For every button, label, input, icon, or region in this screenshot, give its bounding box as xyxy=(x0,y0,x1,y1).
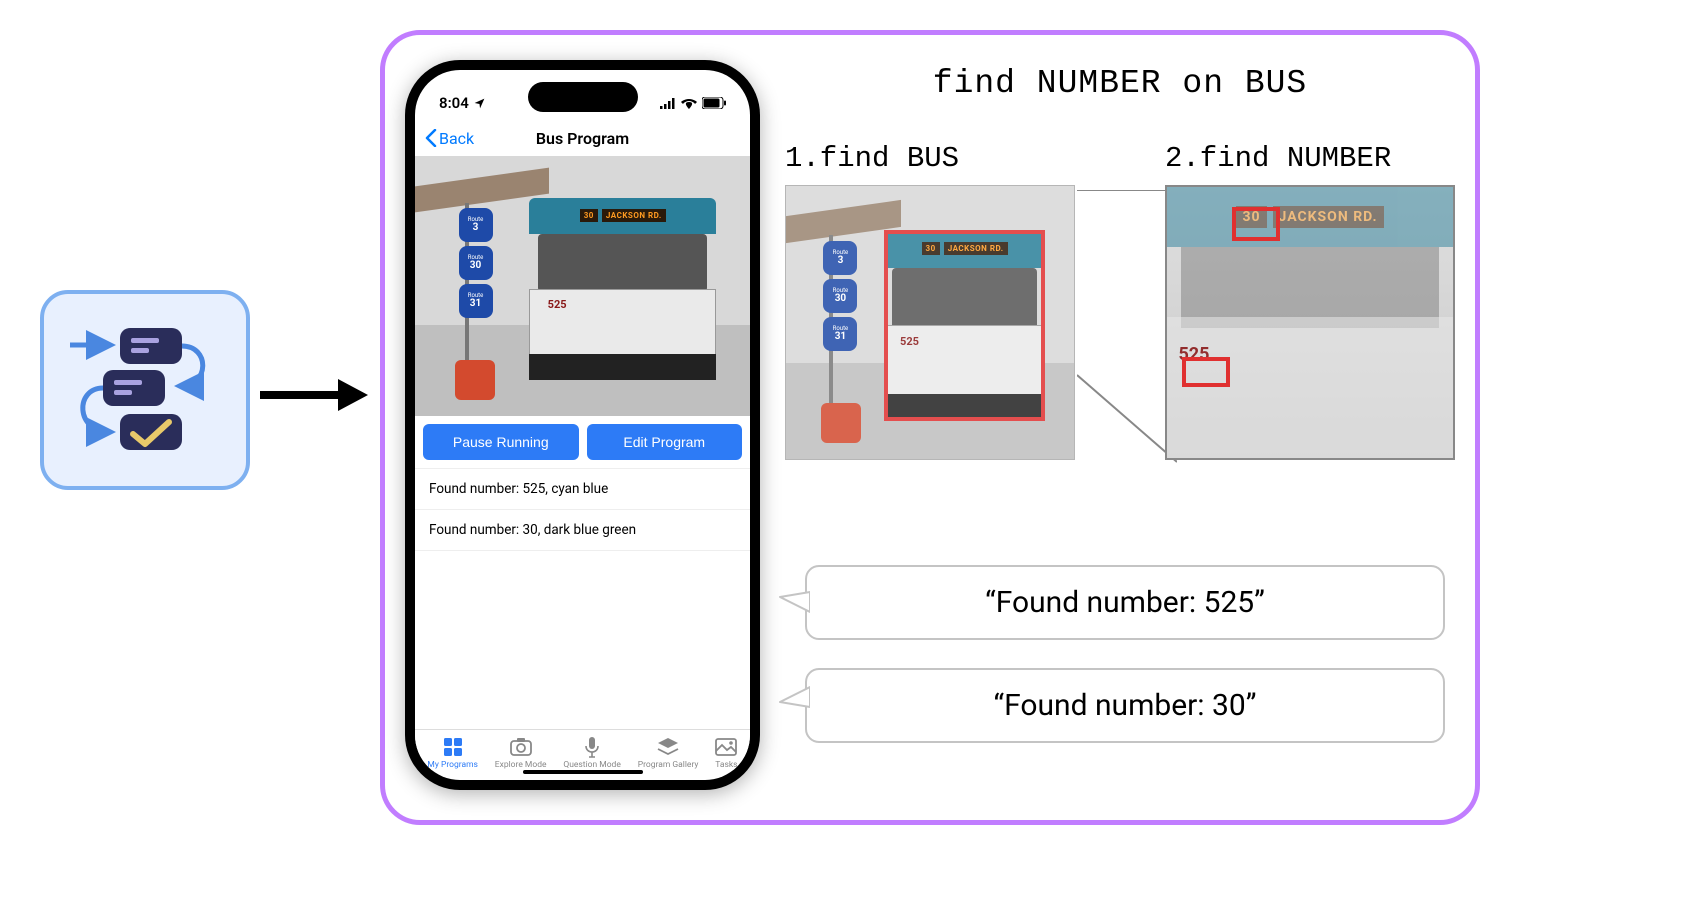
location-icon xyxy=(473,97,486,110)
step-1: 1.find BUS Route3 Route30 Route31 30JACK… xyxy=(785,142,1075,460)
bus-body-number: 525 xyxy=(548,298,567,311)
back-label: Back xyxy=(439,129,474,148)
phone-mockup: 8:04 Back Bus Program xyxy=(405,60,760,790)
tab-label: Question Mode xyxy=(563,760,621,770)
bubble-tail-icon xyxy=(775,682,810,712)
rule-text: find NUMBER on BUS xyxy=(785,65,1455,102)
bubble-text: “Found number: 525” xyxy=(985,585,1265,620)
program-block-icon xyxy=(40,290,250,490)
tab-label: Tasks xyxy=(715,760,737,770)
bus-led-dest: JACKSON RD. xyxy=(602,209,666,222)
camera-preview: Route3 Route30 Route31 30 JACKSON RD. 525 xyxy=(415,156,750,416)
grid-icon xyxy=(442,736,464,758)
bus-illustration: 30 JACKSON RD. 525 xyxy=(529,198,717,380)
result-row: Found number: 525, cyan blue xyxy=(415,469,750,510)
step-1-label: 1.find BUS xyxy=(785,142,1075,175)
dynamic-island xyxy=(528,82,638,112)
bubble-tail-icon xyxy=(775,587,810,617)
route-sign: Route3 xyxy=(459,208,493,242)
zoom-lines xyxy=(1077,190,1177,470)
tab-explore-mode[interactable]: Explore Mode xyxy=(495,736,547,770)
edit-button[interactable]: Edit Program xyxy=(587,424,743,460)
chevron-left-icon xyxy=(425,129,437,147)
speech-area: “Found number: 525” “Found number: 30” xyxy=(805,565,1445,771)
layers-icon xyxy=(657,736,679,758)
signal-icon xyxy=(660,98,676,109)
detection-box-number-525 xyxy=(1182,357,1230,387)
detection-box-number-30 xyxy=(1232,207,1280,241)
home-indicator xyxy=(523,770,643,774)
nav-bar: Back Bus Program xyxy=(415,120,750,156)
tab-bar: My Programs Explore Mode Question Mode P… xyxy=(415,729,750,770)
battery-icon xyxy=(702,97,726,109)
tab-label: Explore Mode xyxy=(495,760,547,770)
tab-label: My Programs xyxy=(427,760,478,770)
speech-bubble: “Found number: 30” xyxy=(805,668,1445,743)
image-icon xyxy=(715,736,737,758)
route-sign: Route30 xyxy=(459,246,493,280)
action-row: Pause Running Edit Program xyxy=(415,416,750,468)
camera-icon xyxy=(510,736,532,758)
route-sign: Route31 xyxy=(459,284,493,318)
back-button[interactable]: Back xyxy=(425,129,474,148)
tab-label: Program Gallery xyxy=(638,760,699,770)
arrow-icon xyxy=(260,375,370,415)
speech-bubble: “Found number: 525” xyxy=(805,565,1445,640)
tab-question-mode[interactable]: Question Mode xyxy=(563,736,621,770)
tab-program-gallery[interactable]: Program Gallery xyxy=(638,736,699,770)
step-2-label: 2.find NUMBER xyxy=(1165,142,1455,175)
mic-icon xyxy=(581,736,603,758)
step-1-image: Route3 Route30 Route31 30JACKSON RD. 525 xyxy=(785,185,1075,460)
bus-led-number: 30 xyxy=(580,209,598,222)
result-list: Found number: 525, cyan blue Found numbe… xyxy=(415,468,750,551)
pipeline-area: find NUMBER on BUS 1.find BUS Route3 Rou… xyxy=(785,65,1455,460)
wifi-icon xyxy=(681,97,697,109)
step-2-image: 30JACKSON RD. 525 xyxy=(1165,185,1455,460)
tab-my-programs[interactable]: My Programs xyxy=(427,736,478,770)
bubble-text: “Found number: 30” xyxy=(994,688,1257,723)
detection-box-bus xyxy=(884,230,1045,421)
main-panel: 8:04 Back Bus Program xyxy=(380,30,1480,825)
step-2: 2.find NUMBER 30JACKSON RD. 525 xyxy=(1165,142,1455,460)
status-time: 8:04 xyxy=(439,94,469,112)
tab-tasks[interactable]: Tasks xyxy=(715,736,737,770)
nav-title: Bus Program xyxy=(536,129,629,148)
result-row: Found number: 30, dark blue green xyxy=(415,510,750,551)
pause-button[interactable]: Pause Running xyxy=(423,424,579,460)
